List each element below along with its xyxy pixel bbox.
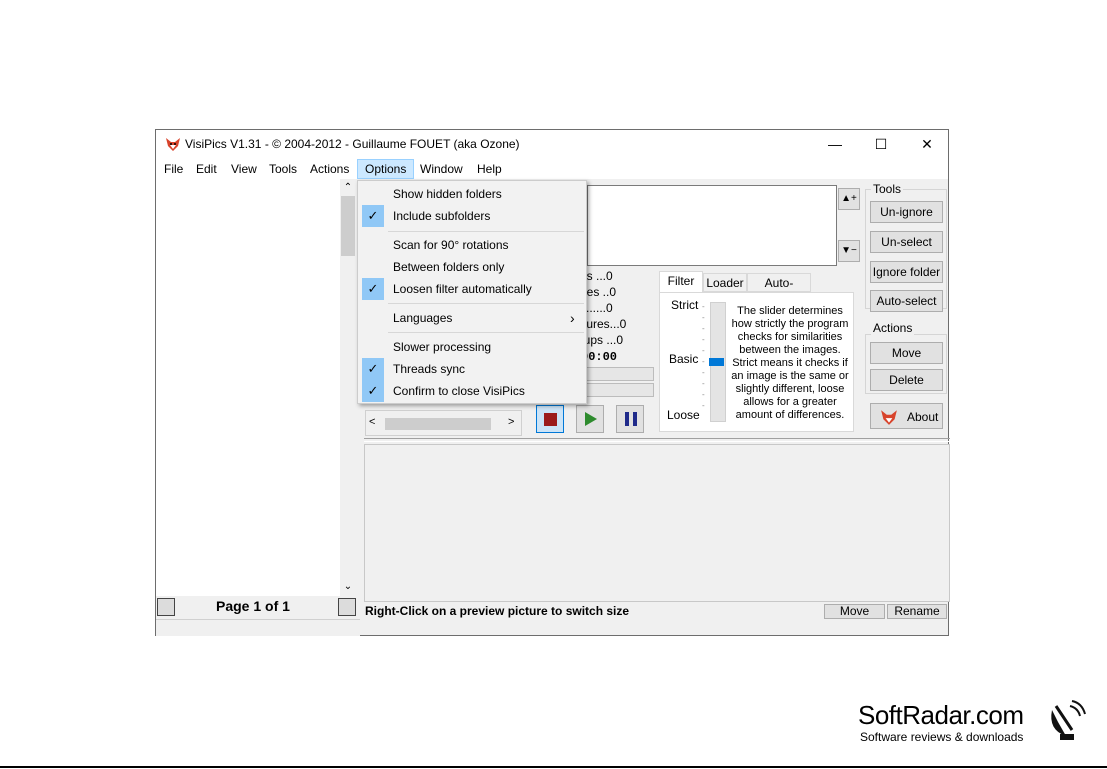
- pause-icon: [625, 412, 637, 426]
- horizontal-scrollbar[interactable]: < >: [365, 410, 522, 436]
- about-label: About: [907, 410, 939, 424]
- minimize-button[interactable]: —: [812, 130, 858, 159]
- title-bar: VisiPics V1.31 - © 2004-2012 - Guillaume…: [156, 130, 948, 159]
- filter-tab-panel: Strict Basic Loose ---------- The slider…: [659, 292, 854, 432]
- progress-bar: [586, 383, 654, 397]
- watermark-brand: SoftRadar.com: [858, 700, 1024, 730]
- menu-item-label: Threads sync: [393, 362, 466, 376]
- fox-icon: [881, 410, 897, 425]
- maximize-button[interactable]: ☐: [858, 130, 904, 159]
- add-folder-button[interactable]: ▲+: [838, 188, 860, 210]
- preview-area[interactable]: [364, 444, 950, 602]
- scroll-down-icon[interactable]: ⌄: [341, 580, 355, 594]
- stop-icon: [544, 413, 557, 426]
- menu-help[interactable]: Help: [470, 159, 509, 179]
- menu-item-label: Slower processing: [393, 340, 492, 354]
- menu-threads-sync[interactable]: ✓ Threads sync: [360, 358, 584, 380]
- menu-item-label: Confirm to close VisiPics: [393, 384, 525, 398]
- window-title: VisiPics V1.31 - © 2004-2012 - Guillaume…: [185, 137, 520, 151]
- menu-loosen-filter[interactable]: ✓ Loosen filter automatically: [360, 278, 584, 300]
- menu-actions[interactable]: Actions: [303, 159, 356, 179]
- fox-app-icon: [166, 138, 180, 151]
- watermark-tagline: Software reviews & downloads: [860, 730, 1024, 744]
- menu-languages[interactable]: Languages ›: [360, 307, 584, 329]
- menu-item-label: Languages: [393, 311, 453, 325]
- menu-show-hidden-folders[interactable]: Show hidden folders: [360, 183, 584, 205]
- menu-view[interactable]: View: [224, 159, 264, 179]
- scroll-right-icon[interactable]: >: [508, 416, 514, 428]
- menu-scan-90-rotations[interactable]: Scan for 90° rotations: [360, 234, 584, 256]
- submenu-arrow-icon: ›: [570, 310, 575, 326]
- play-icon: [585, 412, 597, 426]
- remove-folder-button[interactable]: ▼−: [838, 240, 860, 262]
- check-icon: ✓: [362, 380, 384, 402]
- tab-auto-select[interactable]: Auto-Select: [747, 273, 811, 309]
- about-button[interactable]: About: [870, 403, 943, 429]
- menu-confirm-close[interactable]: ✓ Confirm to close VisiPics: [360, 380, 584, 402]
- basic-label: Basic: [669, 352, 699, 366]
- menu-slower-processing[interactable]: Slower processing: [360, 336, 584, 358]
- filter-description: The slider determines how strictly the p…: [731, 305, 849, 421]
- menu-separator: [388, 231, 584, 232]
- ignore-folder-button[interactable]: Ignore folder: [870, 261, 943, 283]
- tab-loader[interactable]: Loader: [703, 273, 747, 292]
- start-button[interactable]: [576, 405, 604, 433]
- menu-tools[interactable]: Tools: [262, 159, 304, 179]
- pause-button[interactable]: [616, 405, 644, 433]
- menu-file[interactable]: File: [157, 159, 190, 179]
- menu-options[interactable]: Options: [357, 159, 415, 179]
- horizontal-scroll-thumb[interactable]: [385, 418, 491, 430]
- autoselect-button[interactable]: Auto-select: [870, 290, 943, 312]
- app-window: VisiPics V1.31 - © 2004-2012 - Guillaume…: [155, 129, 950, 636]
- check-icon: ✓: [362, 278, 384, 300]
- page-bar: Page 1 of 1: [156, 596, 356, 618]
- slider-ticks: ----------: [702, 302, 705, 410]
- move-button[interactable]: Move: [870, 342, 943, 364]
- loose-label: Loose: [667, 408, 700, 422]
- menu-item-label: Show hidden folders: [393, 187, 502, 201]
- satellite-dish-icon: [1051, 700, 1086, 740]
- tools-group-label: Tools: [871, 182, 904, 196]
- menu-separator: [388, 303, 584, 304]
- unselect-button[interactable]: Un-select: [870, 231, 943, 253]
- last-page-icon[interactable]: [338, 598, 356, 616]
- menu-between-folders-only[interactable]: Between folders only: [360, 256, 584, 278]
- scroll-left-icon[interactable]: <: [369, 416, 375, 428]
- strict-label: Strict: [671, 298, 699, 312]
- options-dropdown-menu: Show hidden folders ✓ Include subfolders…: [357, 180, 587, 404]
- divider: [364, 438, 950, 442]
- check-icon: ✓: [362, 358, 384, 380]
- first-page-icon[interactable]: [157, 598, 175, 616]
- status-hint: Right-Click on a preview picture to swit…: [365, 604, 630, 618]
- unignore-button[interactable]: Un-ignore: [870, 201, 943, 223]
- delete-button[interactable]: Delete: [870, 369, 943, 391]
- actions-group-label: Actions: [871, 321, 915, 335]
- close-button[interactable]: ✕: [904, 130, 950, 159]
- folder-list-box[interactable]: [587, 185, 837, 266]
- folder-tree-panel[interactable]: ⌃ ⌄: [156, 179, 356, 596]
- menu-bar: File Edit View Tools Actions Options Win…: [156, 159, 948, 179]
- tab-filter[interactable]: Filter: [659, 271, 703, 292]
- menu-window[interactable]: Window: [413, 159, 470, 179]
- menu-include-subfolders[interactable]: ✓ Include subfolders: [360, 205, 584, 227]
- folder-tree-scroll-thumb[interactable]: [341, 196, 355, 256]
- menu-item-label: Between folders only: [393, 260, 505, 274]
- stop-button[interactable]: [536, 405, 564, 433]
- menu-item-label: Include subfolders: [393, 209, 491, 223]
- status-bar: [156, 619, 360, 636]
- menu-separator: [388, 332, 584, 333]
- menu-item-label: Scan for 90° rotations: [393, 238, 509, 252]
- scroll-up-icon[interactable]: ⌃: [341, 181, 355, 195]
- strictness-slider-thumb[interactable]: [709, 358, 724, 366]
- menu-edit[interactable]: Edit: [189, 159, 224, 179]
- page-bottom-line: [0, 766, 1107, 768]
- progress-bar: [586, 367, 654, 381]
- status-move-button[interactable]: Move: [824, 604, 885, 619]
- status-rename-button[interactable]: Rename: [887, 604, 947, 619]
- page-label: Page 1 of 1: [216, 598, 290, 614]
- menu-item-label: Loosen filter automatically: [393, 282, 532, 296]
- check-icon: ✓: [362, 205, 384, 227]
